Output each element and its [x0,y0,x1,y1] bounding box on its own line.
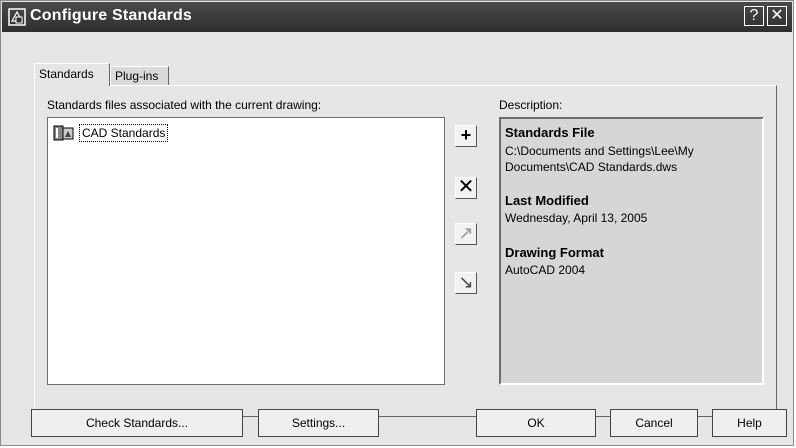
question-icon: ? [749,7,759,24]
move-down-button[interactable]: ↘ [455,272,477,294]
arrow-down-icon: ↘ [458,272,474,292]
standards-files-list[interactable]: CAD Standards [47,117,445,385]
add-standards-button[interactable]: + [455,125,477,147]
tab-plug-ins[interactable]: Plug-ins [110,66,169,86]
help-title-button[interactable]: ? [744,6,764,26]
close-button[interactable]: ✕ [767,6,787,26]
tab-standards[interactable]: Standards [34,63,110,86]
help-button[interactable]: Help [712,409,787,437]
files-label: Standards files associated with the curr… [47,98,322,112]
configure-standards-dialog: Configure Standards ? ✕ Plug-ins Standar… [0,0,794,446]
arrow-up-icon: ↗ [458,223,474,243]
move-up-button[interactable]: ↗ [455,223,477,245]
ok-button[interactable]: OK [476,409,596,437]
standards-file-path: C:\Documents and Settings\Lee\My Documen… [505,144,694,174]
description-label: Description: [499,98,563,112]
list-item-label: CAD Standards [79,124,169,142]
plus-icon: + [460,125,472,145]
cancel-button[interactable]: Cancel [610,409,698,437]
settings-button[interactable]: Settings... [258,409,379,437]
last-modified-heading: Last Modified [505,193,589,208]
drawing-format-value: AutoCAD 2004 [505,263,586,277]
close-icon: ✕ [770,7,784,24]
window-title: Configure Standards [30,7,193,24]
remove-standards-button[interactable]: ✕ [455,177,477,199]
app-icon [8,8,26,26]
last-modified-value: Wednesday, April 13, 2005 [505,211,648,225]
drawing-format-heading: Drawing Format [505,245,604,260]
standards-file-icon [53,125,74,141]
description-panel: Standards File C:\Documents and Settings… [499,117,764,385]
check-standards-button[interactable]: Check Standards... [31,409,243,437]
title-bar[interactable]: Configure Standards ? ✕ [2,2,792,32]
standards-file-heading: Standards File [505,125,595,140]
remove-icon: ✕ [457,176,475,198]
